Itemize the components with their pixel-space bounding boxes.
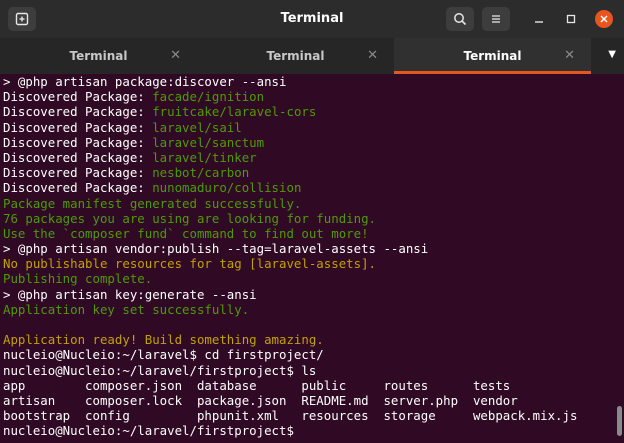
title-bar: Terminal (0, 0, 624, 38)
terminal-line: Discovered Package: laravel/sail (0, 120, 614, 135)
terminal-line: Application key set successfully. (0, 302, 614, 317)
terminal-text: Application ready! Build something amazi… (3, 332, 324, 348)
tab-label: Terminal (266, 49, 325, 63)
terminal-text: nucleio@Nucleio:~/laravel/firstproject$ … (3, 362, 317, 378)
terminal-line: Discovered Package: laravel/sanctum (0, 135, 614, 150)
terminal-text: Discovered Package: (3, 89, 153, 105)
terminal-text: nunomaduro/collision (152, 180, 302, 196)
terminal-text: Discovered Package: (3, 119, 153, 135)
terminal-text: laravel/sanctum (152, 134, 265, 150)
terminal-text: Application key set successfully. (3, 301, 250, 317)
terminal-text: laravel/tinker (152, 149, 257, 165)
terminal-line: nucleio@Nucleio:~/laravel$ cd firstproje… (0, 347, 614, 362)
terminal-text: facade/ignition (152, 89, 265, 105)
terminal-text: Discovered Package: (3, 165, 153, 181)
terminal-text: nucleio@Nucleio:~/laravel/firstproject$ (3, 423, 302, 439)
terminal-text: Package manifest generated successfully. (3, 195, 302, 211)
terminal-text: Discovered Package: (3, 134, 153, 150)
terminal-line: Discovered Package: facade/ignition (0, 89, 614, 104)
minimize-icon (535, 21, 543, 23)
minimize-button[interactable] (530, 10, 548, 28)
tab-bar: Terminal ✕ Terminal ✕ Terminal ✕ ▼ (0, 38, 624, 74)
chevron-down-icon[interactable]: ▼ (608, 49, 616, 60)
terminal-line: Package manifest generated successfully. (0, 196, 614, 211)
terminal-line: > @php artisan package:discover --ansi (0, 74, 614, 89)
terminal-text: 76 packages you are using are looking fo… (3, 210, 376, 226)
terminal-line: app composer.json database public routes… (0, 378, 614, 393)
terminal-line: nucleio@Nucleio:~/laravel/firstproject$ (0, 423, 614, 438)
terminal-line: bootstrap config phpunit.xml resources s… (0, 408, 614, 423)
menu-button[interactable] (482, 7, 510, 31)
terminal-text: > @php artisan key:generate --ansi (3, 286, 257, 302)
terminal-text: Publishing complete. (3, 271, 153, 287)
terminal-text: Discovered Package: (3, 180, 153, 196)
terminal-text: bootstrap config phpunit.xml resources s… (3, 408, 578, 424)
tab-close-icon[interactable]: ✕ (367, 48, 378, 63)
terminal-text: nucleio@Nucleio:~/laravel$ cd firstproje… (3, 347, 324, 363)
tab-terminal-1[interactable]: Terminal ✕ (0, 38, 197, 74)
terminal-text: Discovered Package: (3, 149, 153, 165)
terminal-line: > @php artisan key:generate --ansi (0, 287, 614, 302)
terminal-line: > @php artisan vendor:publish --tag=lara… (0, 241, 614, 256)
search-button[interactable] (446, 7, 474, 31)
close-button[interactable] (595, 10, 613, 28)
terminal-line: No publishable resources for tag [larave… (0, 256, 614, 271)
terminal-line: Discovered Package: nunomaduro/collision (0, 180, 614, 195)
terminal-output[interactable]: > @php artisan package:discover --ansi Di… (0, 74, 614, 443)
tab-close-icon[interactable]: ✕ (170, 48, 181, 63)
search-icon (454, 13, 467, 26)
terminal-text: No publishable resources for tag [larave… (3, 256, 376, 272)
tab-label: Terminal (463, 49, 522, 63)
terminal-line: nucleio@Nucleio:~/laravel/firstproject$ … (0, 363, 614, 378)
tab-terminal-2[interactable]: Terminal ✕ (197, 38, 394, 74)
tab-close-icon[interactable]: ✕ (564, 48, 575, 63)
tab-label: Terminal (69, 49, 128, 63)
terminal-line: Discovered Package: nesbot/carbon (0, 165, 614, 180)
terminal-line: Discovered Package: laravel/tinker (0, 150, 614, 165)
close-icon (600, 15, 608, 23)
tab-terminal-3[interactable]: Terminal ✕ (394, 38, 591, 74)
terminal-text: > @php artisan package:discover --ansi (3, 74, 287, 89)
terminal-text: > @php artisan vendor:publish --tag=lara… (3, 241, 429, 257)
terminal-text: laravel/sail (152, 119, 242, 135)
terminal-line: Publishing complete. (0, 271, 614, 286)
terminal-line: artisan composer.lock package.json READM… (0, 393, 614, 408)
terminal-text: fruitcake/laravel-cors (152, 104, 317, 120)
terminal-line: Use the `composer fund` command to find … (0, 226, 614, 241)
terminal-text: app composer.json database public routes… (3, 377, 511, 393)
scrollbar[interactable] (617, 406, 622, 436)
terminal-text: nesbot/carbon (152, 165, 250, 181)
terminal-line: 76 packages you are using are looking fo… (0, 211, 614, 226)
maximize-icon (566, 14, 576, 24)
terminal-text: Use the `composer fund` command to find … (3, 225, 369, 241)
terminal-text: Discovered Package: (3, 104, 153, 120)
hamburger-icon (492, 15, 500, 23)
terminal-text: artisan composer.lock package.json READM… (3, 392, 518, 408)
terminal-line: Application ready! Build something amazi… (0, 332, 614, 347)
terminal-line: Discovered Package: fruitcake/laravel-co… (0, 104, 614, 119)
maximize-button[interactable] (562, 10, 580, 28)
